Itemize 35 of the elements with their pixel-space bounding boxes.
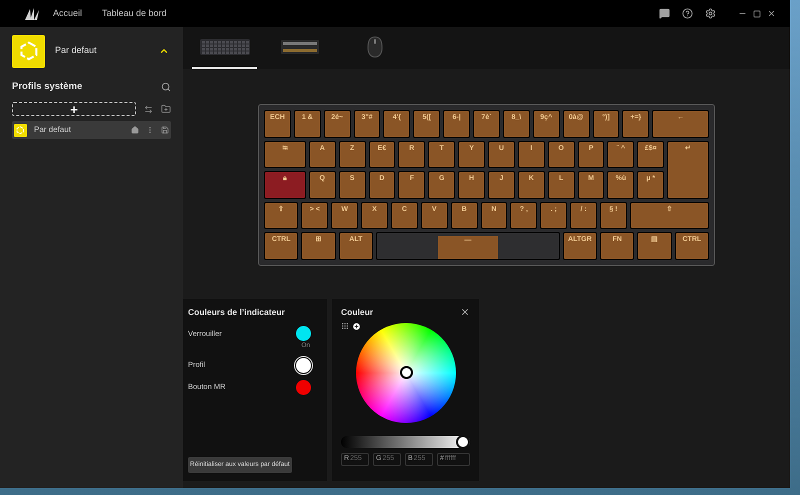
nav-link[interactable]: Tableau de bord [102,6,167,20]
grid-icon[interactable] [341,322,349,330]
section-title: Profils système [12,80,82,94]
add-profile-button[interactable]: + [12,102,136,116]
home-icon[interactable] [131,126,139,134]
message-icon[interactable] [659,8,670,19]
current-profile: Par defaut [55,44,97,58]
mouse-drawing [366,36,382,58]
close-icon[interactable] [460,307,470,318]
logo-icon [24,6,40,20]
profile-name: Par defaut [34,124,71,136]
panel-title: Couleurs de l’indicateur [188,306,286,319]
panel-title: Couleur [341,306,374,319]
add-color-icon[interactable] [352,322,361,331]
color-swatch[interactable] [296,380,311,394]
maximize-icon[interactable] [753,10,761,18]
search-icon[interactable] [161,82,171,92]
brightness-slider[interactable] [341,436,470,448]
folder-add-icon[interactable] [161,104,171,114]
settings-icon[interactable] [705,8,716,19]
profile-icon [12,34,45,68]
color-swatch[interactable] [296,358,311,372]
color-picker-thumb[interactable] [400,366,412,379]
nav-link[interactable]: Accueil [53,6,82,20]
color-swatch[interactable] [296,326,311,341]
keyboard-drawing [200,39,250,55]
save-icon[interactable] [161,126,169,134]
profile-item[interactable]: Par defaut [12,121,171,140]
help-icon[interactable] [682,8,693,19]
memory-stick-drawing [280,40,318,54]
swap-icon[interactable] [144,104,154,114]
profile-icon [14,124,27,137]
close-icon[interactable] [767,9,776,18]
slider-thumb[interactable] [456,434,470,449]
collapse-toggle[interactable] [159,46,169,56]
